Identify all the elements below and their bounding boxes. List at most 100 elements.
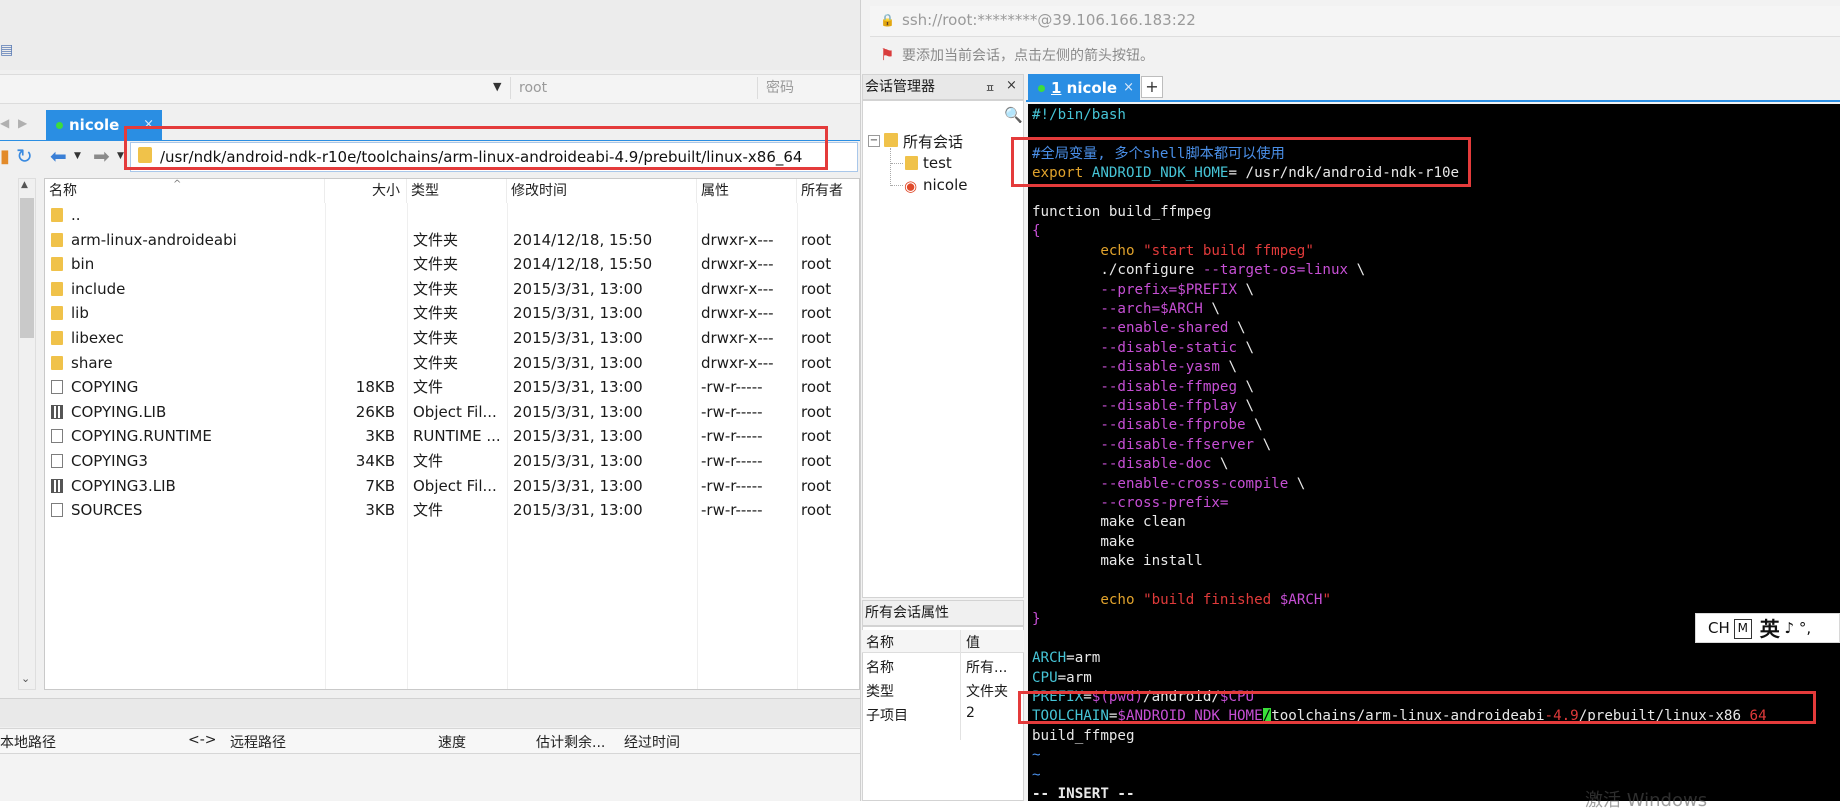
chevron-down-icon[interactable]: ▼ [493, 80, 501, 93]
cell-type: 文件夹 [413, 329, 459, 347]
forward-arrow-icon[interactable]: ➡ [93, 144, 110, 168]
cell-attr: drwxr-x--- [701, 279, 774, 298]
cell-owner: root [801, 476, 832, 495]
table-row[interactable]: arm-linux-androideabi 文件夹 2014/12/18, 15:5… [45, 228, 859, 252]
table-row[interactable]: bin 文件夹 2014/12/18, 15:50 drwxr-x--- root [45, 252, 859, 276]
col-header-name[interactable]: 名称 ^ [45, 179, 325, 203]
col-header-type[interactable]: 类型 [407, 179, 507, 203]
cell-attr: -rw-r----- [701, 378, 763, 397]
col-header-eta[interactable]: 估计剩余... [536, 732, 605, 752]
table-row[interactable]: .. [45, 203, 859, 227]
cell-size: 7KB [365, 476, 395, 495]
add-tab-button[interactable]: + [1141, 76, 1163, 98]
terminal-line: --prefix=$PREFIX \ [1032, 281, 1254, 300]
terminal-line: } [1032, 610, 1041, 629]
col-header-direction[interactable]: <-> [188, 732, 217, 748]
terminal-line: --disable-doc \ [1032, 455, 1228, 474]
terminal-line: --disable-ffmpeg \ [1032, 378, 1254, 397]
terminal-token: \ [1348, 262, 1366, 279]
terminal-token: \ [1202, 301, 1220, 317]
cell-name: libexec [71, 329, 124, 347]
library-file-icon [51, 478, 63, 493]
annotation-box [1011, 137, 1471, 187]
scrollbar-thumb[interactable] [20, 198, 34, 338]
username-input[interactable]: root [510, 77, 755, 99]
close-icon[interactable]: × [1123, 74, 1134, 102]
table-row[interactable]: COPYING3 34KB 文件 2015/3/31, 13:00 -rw-r-----… [45, 449, 859, 473]
col-header-attr[interactable]: 属性 [697, 179, 797, 203]
terminal-line: --disable-ffprobe \ [1032, 416, 1263, 435]
cell-type: 文件 [413, 501, 444, 520]
terminal-token: \ [1288, 475, 1306, 492]
scroll-down-icon[interactable]: ⌄ [21, 672, 30, 685]
chevron-down-icon[interactable]: ▼ [117, 151, 124, 161]
chevron-down-icon[interactable]: ▼ [74, 151, 81, 161]
table-row[interactable]: COPYING 18KB 文件 2015/3/31, 13:00 -rw-r----- r… [45, 375, 859, 399]
terminal-token: make install [1032, 553, 1203, 570]
back-arrow-icon[interactable]: ⬅ [50, 144, 67, 168]
terminal-token: --target-os=linux [1202, 262, 1349, 279]
table-row[interactable]: lib 文件夹 2015/3/31, 13:00 drwxr-x--- root [45, 301, 859, 325]
bookmark-icon[interactable]: ▮ [0, 146, 16, 167]
cell-name: COPYING.RUNTIME [71, 427, 212, 446]
cell-owner: root [801, 378, 832, 397]
terminal-token: CPU [1032, 669, 1058, 686]
table-row[interactable]: include 文件夹 2015/3/31, 13:00 drwxr-x--- root [45, 277, 859, 301]
search-icon[interactable]: 🔍 [1004, 106, 1023, 124]
terminal-token: --arch=$ARCH [1100, 301, 1203, 317]
col-header-mtime[interactable]: 修改时间 [507, 179, 697, 203]
col-header-remote-path[interactable]: 远程路径 [230, 732, 286, 752]
tab-terminal-nicole[interactable]: 1 nicole × [1028, 74, 1140, 102]
pin-icon[interactable]: ㅍ [985, 80, 995, 96]
folder-icon [51, 331, 63, 345]
tree-item-test[interactable]: test [923, 154, 952, 172]
tab-prev-icon[interactable]: ◀ [0, 116, 9, 130]
table-row[interactable]: share 文件夹 2015/3/31, 13:00 drwxr-x--- root [45, 351, 859, 375]
col-header-size[interactable]: 大小 [325, 179, 407, 203]
table-row[interactable]: SOURCES 3KB 文件 2015/3/31, 13:00 -rw-r----- ro… [45, 498, 859, 522]
cell-name: lib [71, 304, 89, 323]
tab-label: nicole [69, 116, 120, 134]
prop-key: 类型 [866, 684, 894, 700]
collapse-icon[interactable]: − [868, 135, 880, 147]
password-input[interactable]: 密码 [757, 77, 860, 99]
tree-item-all-sessions[interactable]: 所有会话 [903, 131, 963, 152]
cell-owner: root [801, 452, 832, 470]
terminal-token: \ [1245, 417, 1263, 434]
col-header-speed[interactable]: 速度 [438, 732, 466, 752]
cell-type: 文件夹 [413, 230, 459, 249]
terminal-token: " [1322, 592, 1331, 608]
terminal-token: ~ [1032, 766, 1041, 783]
terminal-line: make install [1032, 552, 1203, 571]
terminal-line: --enable-cross-compile \ [1032, 475, 1305, 494]
col-header-owner[interactable]: 所有者 [797, 179, 859, 203]
col-header-elapsed[interactable]: 经过时间 [624, 732, 680, 752]
cell-type: 文件夹 [413, 304, 459, 323]
scroll-up-icon[interactable]: ▲ [21, 180, 28, 190]
table-row[interactable]: COPYING.LIB 26KB Object Fil... 2015/3/31, 1… [45, 400, 859, 424]
refresh-icon[interactable]: ↻ [16, 144, 33, 168]
cell-type: 文件 [413, 378, 444, 397]
terminal-line: CPU=arm [1032, 669, 1092, 688]
tree-item-nicole[interactable]: nicole [923, 176, 968, 194]
tree-line [891, 185, 903, 186]
terminal-line: --enable-shared \ [1032, 319, 1245, 338]
chat-icon[interactable]: ▤ [0, 43, 14, 57]
table-row[interactable]: libexec 文件夹 2015/3/31, 13:00 drwxr-x--- root [45, 326, 859, 350]
close-icon[interactable]: × [1006, 78, 1017, 93]
table-row[interactable]: COPYING3.LIB 7KB Object Fil... 2015/3/31, 1… [45, 474, 859, 498]
address-text[interactable]: ssh://root:********@39.106.166.183:22 [902, 11, 1196, 29]
cell-type: 文件夹 [413, 255, 459, 274]
session-manager-title: 会话管理器 [862, 74, 1024, 100]
bookmark-flag-icon[interactable]: ⚑ [880, 45, 894, 64]
ime-indicator[interactable]: CH M 英 ♪ °, [1695, 613, 1840, 643]
cell-name: COPYING.LIB [71, 402, 167, 421]
tab-next-icon[interactable]: ▶ [18, 116, 27, 130]
table-row[interactable]: COPYING.RUNTIME 3KB RUNTIME ... 2015/3/31, … [45, 424, 859, 448]
prop-key: 子项目 [866, 708, 908, 724]
properties-title: 所有会话属性 [862, 600, 1024, 626]
col-header-local-path[interactable]: 本地路径 [0, 732, 56, 752]
